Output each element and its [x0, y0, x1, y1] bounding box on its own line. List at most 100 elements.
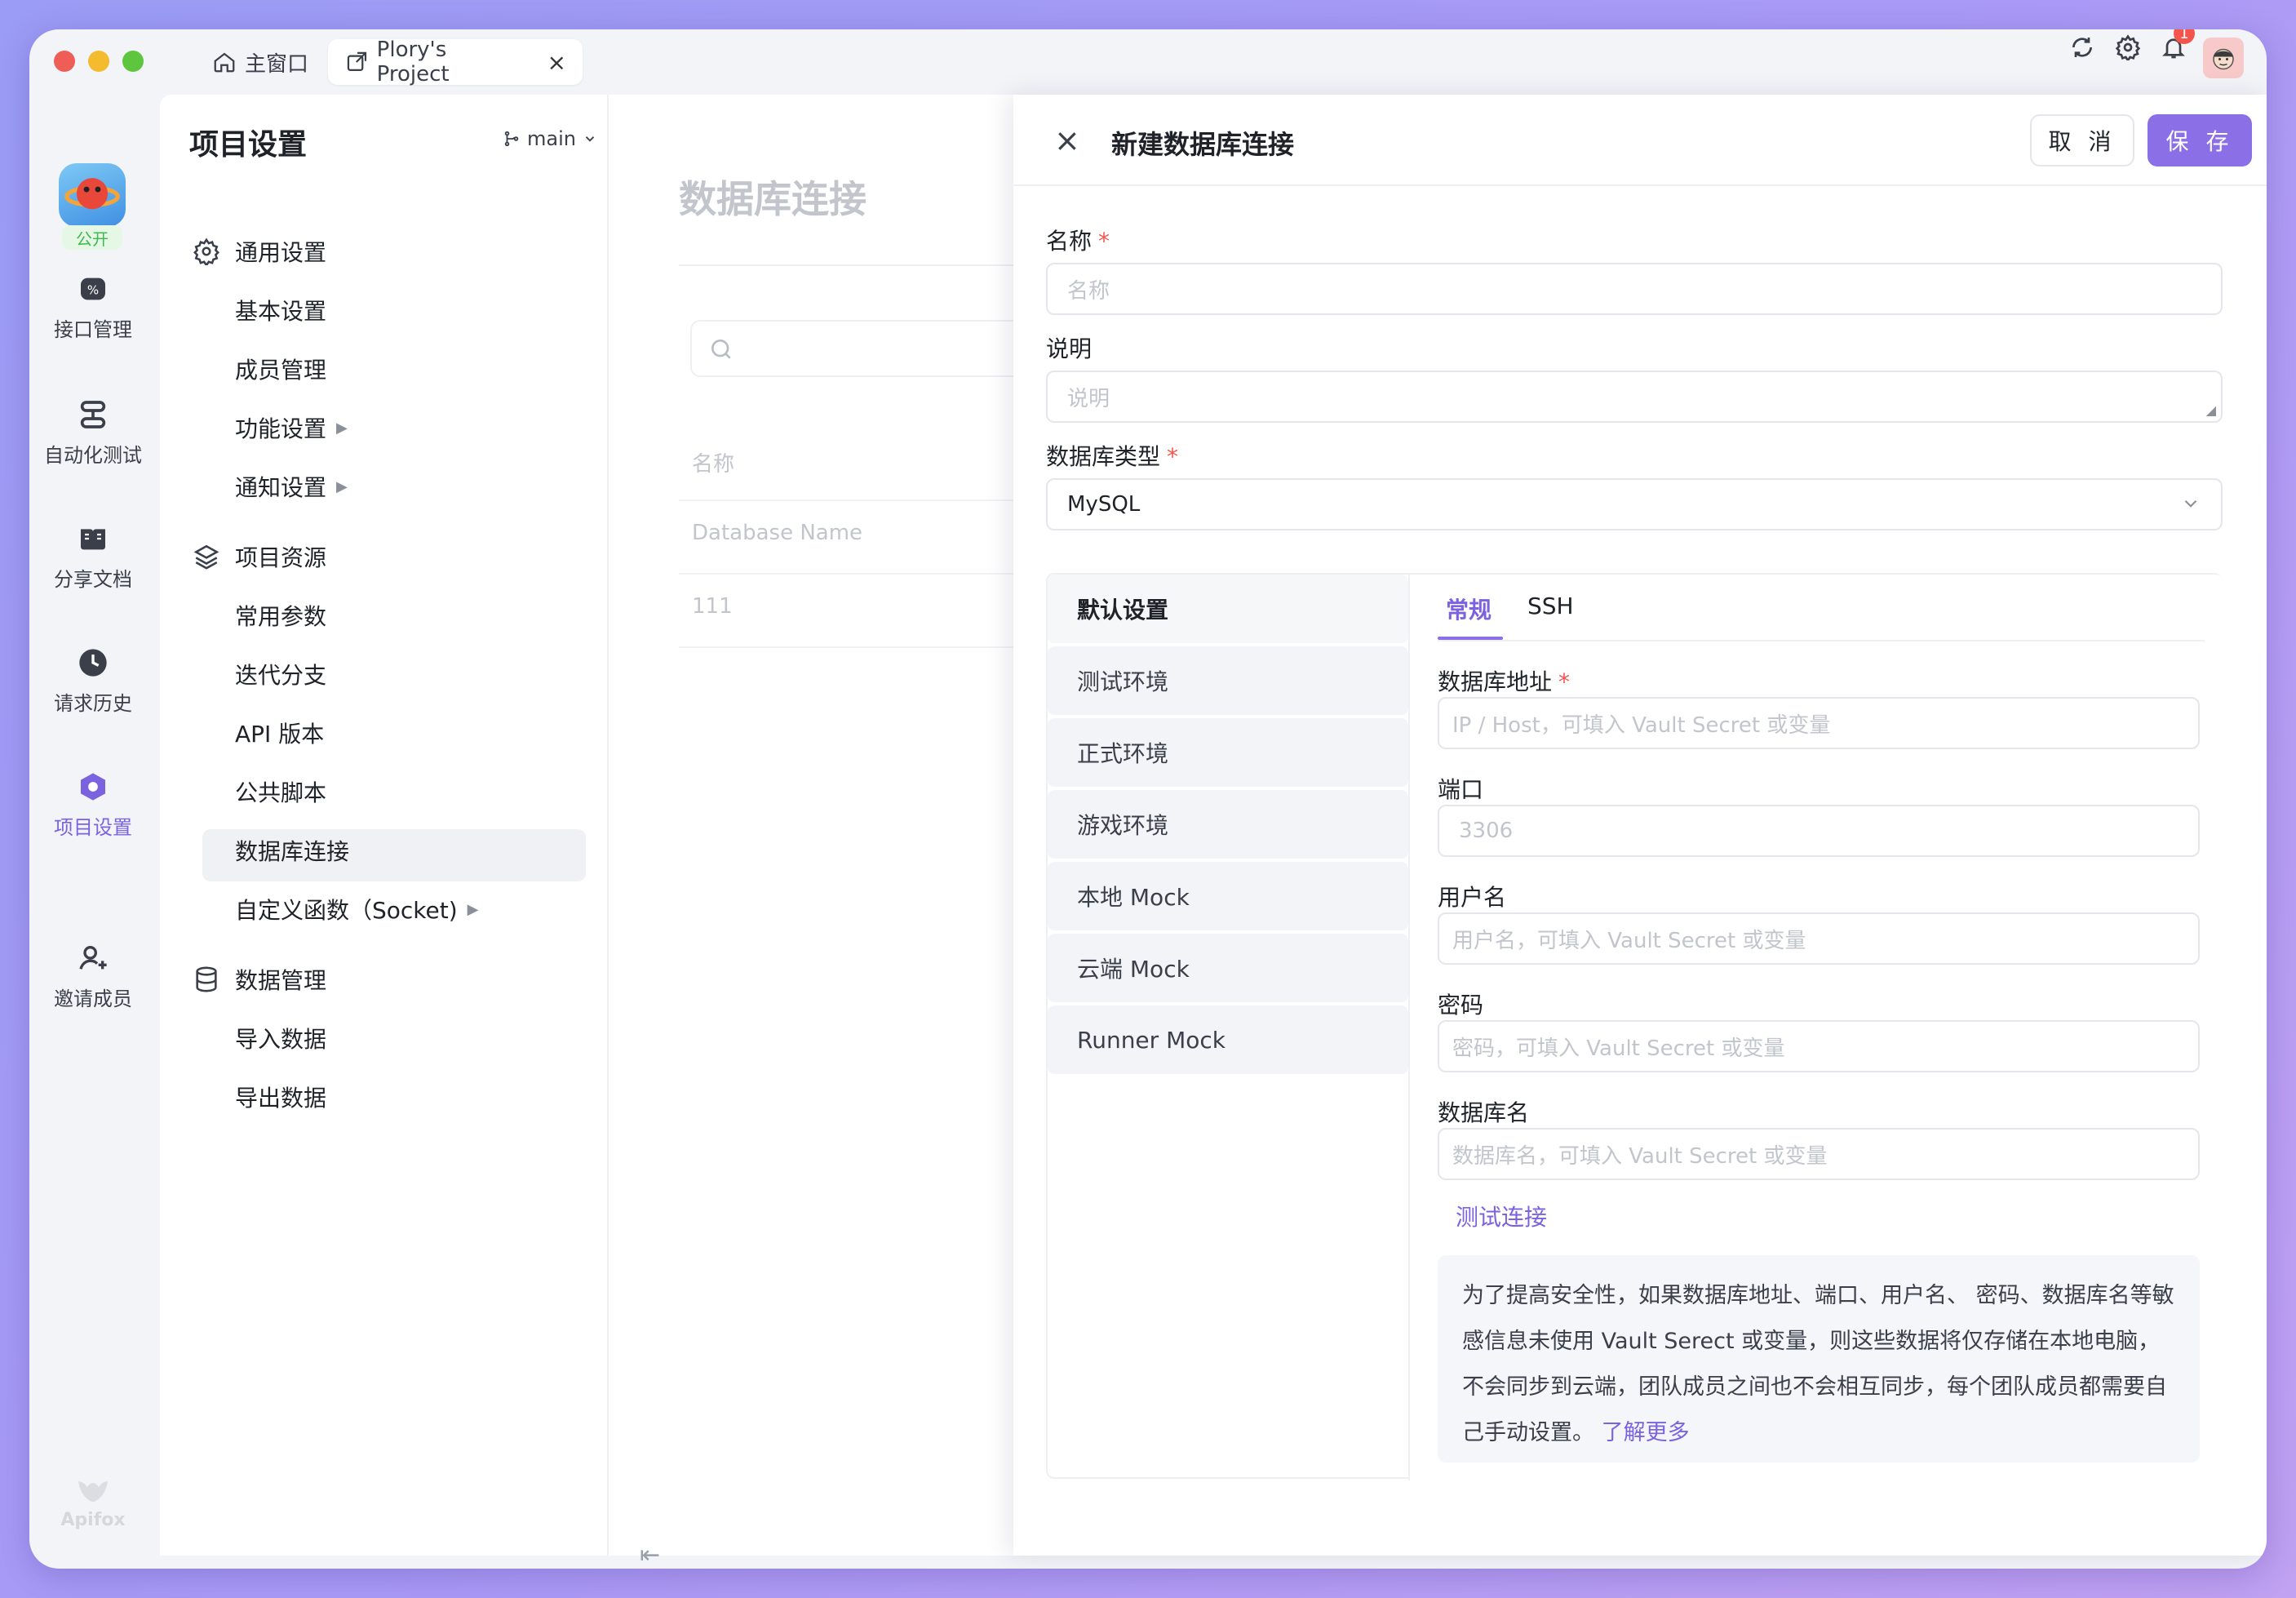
learn-more-link[interactable]: 了解更多 — [1602, 1420, 1690, 1445]
active-tab-underline — [1438, 637, 1503, 640]
public-badge: 公开 — [62, 225, 122, 250]
clock-icon — [75, 645, 111, 681]
name-placeholder: 名称 — [1067, 278, 1110, 304]
sidebar-item-label: 自定义函数（Socket) — [235, 897, 458, 924]
tab-project[interactable]: Plory's Project × — [328, 38, 583, 87]
user-field[interactable]: 用户名，可填入 Vault Secret 或变量 — [1438, 912, 2200, 965]
gear-icon — [193, 237, 219, 265]
rail-item-history[interactable]: 请求历史 — [29, 645, 157, 716]
branch-name: main — [527, 127, 576, 150]
home-icon — [214, 52, 235, 73]
sidebar-item-label: 数据库连接 — [235, 838, 350, 865]
gear-icon[interactable] — [2110, 29, 2146, 65]
apifox-brand: Apifox — [60, 1510, 126, 1530]
save-button[interactable]: 保 存 — [2148, 114, 2252, 166]
tab-general[interactable]: 常规 — [1446, 593, 1492, 625]
rail-item-settings[interactable]: 项目设置 — [29, 769, 157, 840]
sidebar-item-scripts[interactable]: 公共脚本 — [235, 775, 326, 808]
svg-text:%: % — [87, 283, 99, 298]
rail-label-docs: 分享文档 — [54, 568, 132, 591]
dbname-label: 数据库名 — [1438, 1099, 1530, 1126]
sidebar-group-general[interactable]: 通用设置 — [193, 235, 326, 268]
sidebar-item-params[interactable]: 常用参数 — [235, 599, 326, 632]
caret-right-icon: ▶ — [467, 900, 479, 918]
pass-placeholder: 密码，可填入 Vault Secret 或变量 — [1452, 1036, 1785, 1061]
user-avatar[interactable] — [2203, 38, 2244, 78]
sidebar-item-label: 导出数据 — [235, 1085, 327, 1112]
required-mark: * — [1098, 228, 1110, 255]
sidebar-item-import[interactable]: 导入数据 — [235, 1022, 326, 1054]
caret-right-icon: ▶ — [336, 419, 348, 437]
sidebar-group-data[interactable]: 数据管理 — [193, 963, 326, 996]
planet-icon — [64, 178, 120, 210]
sidebar-item-export[interactable]: 导出数据 — [235, 1081, 326, 1113]
table-row[interactable]: Database Name — [692, 521, 862, 545]
project-logo[interactable] — [59, 163, 126, 227]
sidebar-item-notifications[interactable]: 通知设置 ▶ — [235, 470, 348, 503]
env-item-game[interactable]: 游戏环境 — [1048, 790, 1408, 859]
sidebar-item-custom-functions[interactable]: 自定义函数（Socket) ▶ — [235, 893, 479, 926]
name-field[interactable]: 名称 — [1046, 263, 2223, 315]
bell-icon[interactable]: 1 — [2156, 29, 2195, 65]
env-item-local-mock[interactable]: 本地 Mock — [1048, 862, 1408, 930]
sidebar-item-members[interactable]: 成员管理 — [235, 353, 326, 385]
host-field[interactable]: IP / Host，可填入 Vault Secret 或变量 — [1438, 697, 2200, 749]
sidebar-item-features[interactable]: 功能设置 ▶ — [235, 411, 348, 444]
settings-sidebar: 项目设置 main 通用设置 基本设置 成员管理 功能设置 ▶ 通知设置 ▶ 项目资… — [160, 95, 609, 1556]
sidebar-title: 项目设置 — [189, 128, 308, 162]
column-header-name: 名称 — [692, 452, 735, 477]
rail-item-automation[interactable]: 自动化测试 — [29, 397, 157, 468]
close-window-button[interactable] — [54, 51, 75, 72]
rail-label-api: 接口管理 — [54, 318, 132, 341]
rail-item-api[interactable]: % 接口管理 — [29, 271, 157, 342]
automation-icon — [75, 397, 111, 433]
maximize-window-button[interactable] — [122, 51, 144, 72]
refresh-icon[interactable] — [2064, 29, 2100, 65]
port-field[interactable]: 3306 — [1438, 805, 2200, 857]
desc-placeholder: 说明 — [1067, 386, 1110, 411]
branch-selector[interactable]: main — [503, 127, 597, 150]
tab-label: 常规 — [1446, 597, 1492, 624]
resize-handle-icon[interactable]: ◢ — [2206, 402, 2216, 418]
chevron-down-icon — [2184, 499, 2197, 508]
user-placeholder: 用户名，可填入 Vault Secret 或变量 — [1452, 928, 1806, 953]
tab-ssh[interactable]: SSH — [1527, 593, 1574, 619]
new-db-connection-drawer: × 新建数据库连接 取 消 保 存 名称 * 名称 说明 说明 ◢ 数据库类型 * M… — [1013, 95, 2267, 1556]
dbtype-label: 数据库类型 * — [1046, 439, 1178, 472]
pass-label: 密码 — [1438, 992, 1484, 1019]
page-title: 数据库连接 — [679, 177, 867, 221]
sidebar-item-api-version[interactable]: API 版本 — [235, 717, 324, 749]
minimize-window-button[interactable] — [88, 51, 109, 72]
env-item-prod[interactable]: 正式环境 — [1048, 718, 1408, 787]
sidebar-item-label: API 版本 — [235, 721, 325, 748]
external-link-icon — [347, 51, 367, 72]
rail-label-invite: 邀请成员 — [54, 988, 132, 1010]
dbname-field[interactable]: 数据库名，可填入 Vault Secret 或变量 — [1438, 1128, 2200, 1180]
test-connection-link[interactable]: 测试连接 — [1456, 1200, 1547, 1232]
sidebar-item-branches[interactable]: 迭代分支 — [235, 658, 326, 690]
port-placeholder: 3306 — [1459, 819, 1514, 843]
close-icon[interactable]: × — [1054, 122, 1080, 158]
sidebar-item-basic[interactable]: 基本设置 — [235, 294, 326, 326]
env-item-runner-mock[interactable]: Runner Mock — [1048, 1005, 1408, 1074]
env-item-default[interactable]: 默认设置 — [1048, 575, 1408, 643]
cancel-button[interactable]: 取 消 — [2030, 114, 2134, 166]
env-item-cloud-mock[interactable]: 云端 Mock — [1048, 934, 1408, 1002]
title-bar: 主窗口 Plory's Project × 1 — [29, 29, 2267, 95]
chevron-down-icon — [585, 136, 595, 142]
panel-tabs: 常规 SSH — [1438, 575, 2205, 641]
collapse-sidebar-icon[interactable]: ⇤ — [640, 1541, 660, 1569]
sidebar-group-resources[interactable]: 项目资源 — [193, 540, 326, 573]
tab-home[interactable]: 主窗口 — [196, 39, 325, 85]
sidebar-item-db-connection[interactable]: 数据库连接 — [235, 834, 349, 867]
host-label: 数据库地址 * — [1438, 664, 1570, 697]
rail-item-docs[interactable]: 分享文档 — [29, 521, 157, 592]
database-icon — [196, 966, 217, 992]
close-tab-icon[interactable]: × — [547, 49, 566, 76]
table-row[interactable]: 111 — [692, 594, 733, 619]
dbtype-select[interactable]: MySQL — [1046, 478, 2223, 530]
rail-item-invite[interactable]: 邀请成员 — [29, 940, 157, 1011]
password-field[interactable]: 密码，可填入 Vault Secret 或变量 — [1438, 1020, 2200, 1072]
env-item-test[interactable]: 测试环境 — [1048, 646, 1408, 715]
desc-field[interactable]: 说明 ◢ — [1046, 371, 2223, 423]
